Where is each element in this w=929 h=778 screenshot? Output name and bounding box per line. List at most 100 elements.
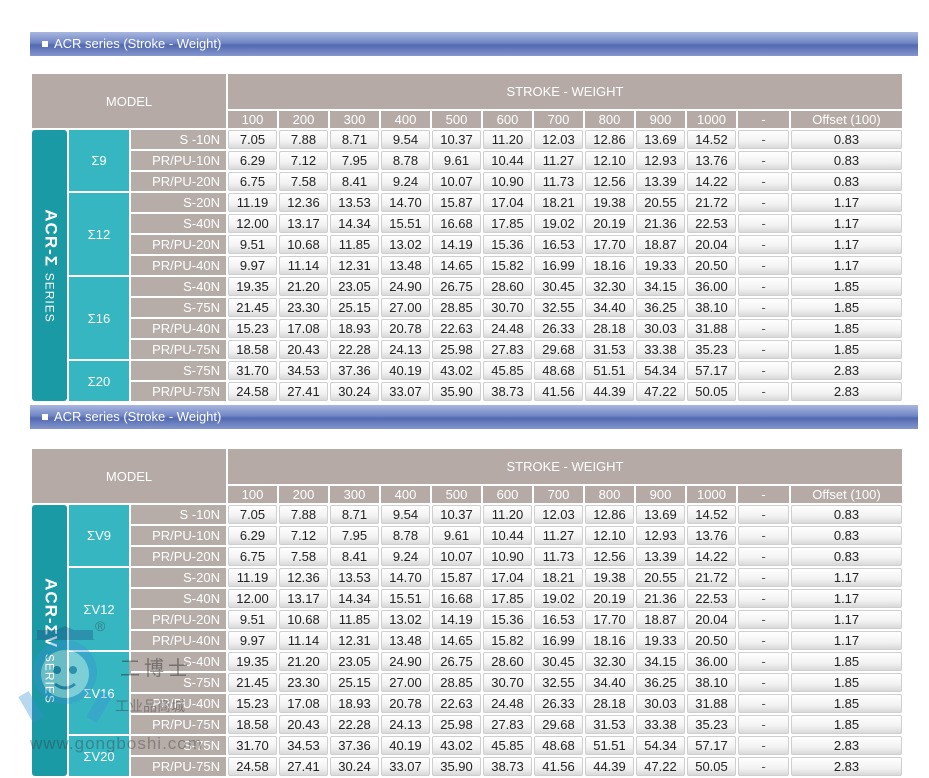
table-row: ΣV12 S-20N 11.19 12.36 13.53 14.70 15.87 17.04 1… — [32, 568, 902, 650]
weight-value: 11.19 — [228, 193, 277, 212]
offset-value: 1.17 — [791, 235, 902, 254]
weight-value: 8.41 — [330, 172, 379, 191]
weight-value: 22.53 — [687, 214, 736, 233]
weight-value: 17.04 — [483, 568, 532, 587]
weight-value: 12.03 — [534, 130, 583, 149]
weight-value: 30.45 — [534, 652, 583, 671]
offset-value: 2.83 — [791, 757, 902, 776]
variant-label: S-75N — [131, 361, 226, 380]
weight-value: 8.71 — [330, 130, 379, 149]
weight-value: 15.23 — [228, 694, 277, 713]
stroke-header: 300 — [330, 485, 379, 503]
stroke-header: 1000 — [687, 110, 736, 128]
weight-value: 20.78 — [381, 694, 430, 713]
weight-value: 13.02 — [381, 235, 430, 254]
weight-value: 8.71 — [330, 505, 379, 524]
weight-value: 18.16 — [585, 631, 634, 650]
weight-value: 23.30 — [279, 673, 328, 692]
weight-value: 24.58 — [228, 382, 277, 401]
weight-value: 22.28 — [330, 340, 379, 359]
weight-value: 19.02 — [534, 214, 583, 233]
variant-label: PR/PU-40N — [131, 256, 226, 275]
variant-label: PR/PU-75N — [131, 340, 226, 359]
weight-value: 21.20 — [279, 652, 328, 671]
weight-value: 13.39 — [636, 172, 685, 191]
weight-value: 38.10 — [687, 673, 736, 692]
stroke-weight-header: STROKE - WEIGHT — [228, 449, 902, 484]
stroke-header: 400 — [381, 110, 430, 128]
table-row: PR/PU-75N 18.58 20.43 22.28 24.13 25.98 27.83 2… — [32, 715, 902, 734]
variant-label: S-40N — [131, 277, 226, 296]
weight-value: 41.56 — [534, 757, 583, 776]
table-row: PR/PU-75N 24.58 27.41 30.24 33.07 35.90 38.73 4… — [32, 757, 902, 776]
weight-value: 14.65 — [432, 631, 481, 650]
weight-value: 19.33 — [636, 256, 685, 275]
series-name: ACR-Σ — [41, 208, 60, 267]
weight-value: 28.85 — [432, 298, 481, 317]
weight-value: 21.36 — [636, 214, 685, 233]
table-row: PR/PU-75N 24.58 27.41 30.24 33.07 35.90 38.73 4… — [32, 382, 902, 401]
weight-value: 14.22 — [687, 172, 736, 191]
stroke-header: 500 — [432, 110, 481, 128]
variant-label: PR/PU-75N — [131, 715, 226, 734]
dash-cell: - — [738, 757, 789, 776]
weight-value: 13.53 — [330, 568, 379, 587]
weight-value: 31.70 — [228, 736, 277, 755]
weight-value: 12.93 — [636, 526, 685, 545]
weight-value: 43.02 — [432, 736, 481, 755]
dash-cell: - — [738, 319, 789, 338]
dash-cell: - — [738, 235, 789, 254]
stroke-header: 100 — [228, 485, 277, 503]
weight-value: 23.05 — [330, 652, 379, 671]
weight-value: 9.24 — [381, 547, 430, 566]
weight-value: 21.72 — [687, 193, 736, 212]
weight-value: 15.87 — [432, 568, 481, 587]
variant-label: PR/PU-20N — [131, 547, 226, 566]
stroke-header: 500 — [432, 485, 481, 503]
dash-cell: - — [738, 526, 789, 545]
weight-value: 7.58 — [279, 547, 328, 566]
dash-cell: - — [738, 214, 789, 233]
weight-value: 17.70 — [585, 610, 634, 629]
weight-value: 57.17 — [687, 361, 736, 380]
stroke-header: - — [738, 485, 789, 503]
weight-value: 12.10 — [585, 151, 634, 170]
weight-value: 13.17 — [279, 589, 328, 608]
weight-value: 36.25 — [636, 673, 685, 692]
weight-value: 27.83 — [483, 340, 532, 359]
weight-value: 21.45 — [228, 298, 277, 317]
dash-cell: - — [738, 277, 789, 296]
weight-value: 51.51 — [585, 361, 634, 380]
offset-value: 1.17 — [791, 193, 902, 212]
weight-value: 10.07 — [432, 172, 481, 191]
weight-value: 14.70 — [381, 568, 430, 587]
weight-value: 14.34 — [330, 214, 379, 233]
weight-value: 10.90 — [483, 172, 532, 191]
weight-value: 7.95 — [330, 151, 379, 170]
weight-value: 43.02 — [432, 361, 481, 380]
weight-value: 9.97 — [228, 631, 277, 650]
weight-value: 14.34 — [330, 589, 379, 608]
table-row: ACR-Σ SERIES Σ9 S -10N 7.05 7.88 8.71 9.54 10.3… — [32, 130, 902, 401]
weight-value: 24.48 — [483, 319, 532, 338]
weight-value: 33.07 — [381, 382, 430, 401]
weight-value: 11.20 — [483, 505, 532, 524]
offset-value: 1.85 — [791, 694, 902, 713]
weight-value: 18.93 — [330, 694, 379, 713]
weight-value: 20.43 — [279, 715, 328, 734]
weight-value: 27.83 — [483, 715, 532, 734]
offset-value: 1.17 — [791, 214, 902, 233]
series-vertical-label: ACR-Σ SERIES — [40, 208, 60, 322]
offset-value: 0.83 — [791, 547, 902, 566]
weight-value: 36.00 — [687, 277, 736, 296]
stroke-header: - — [738, 110, 789, 128]
weight-value: 36.00 — [687, 652, 736, 671]
table-row: PR/PU-40N 15.23 17.08 18.93 20.78 22.63 24.48 2… — [32, 694, 902, 713]
weight-value: 9.54 — [381, 505, 430, 524]
weight-value: 50.05 — [687, 757, 736, 776]
weight-value: 22.63 — [432, 694, 481, 713]
weight-value: 54.34 — [636, 736, 685, 755]
dash-cell: - — [738, 568, 789, 587]
table-row: Σ20 S-75N 31.70 34.53 37.36 40.19 43.02 45.85 48… — [32, 361, 902, 401]
weight-value: 7.95 — [330, 526, 379, 545]
